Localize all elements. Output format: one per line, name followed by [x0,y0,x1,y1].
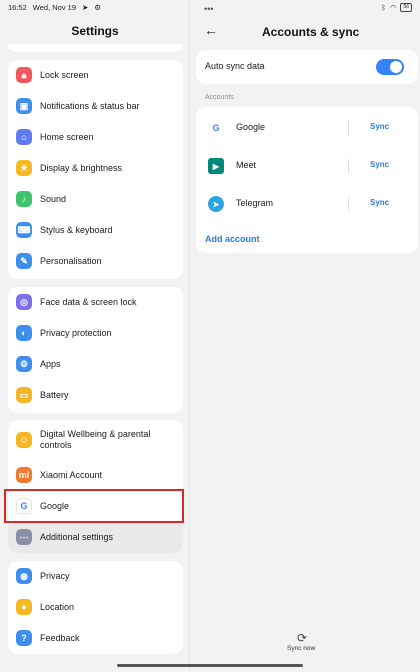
settings-item-label: Home screen [40,132,94,142]
auto-sync-toggle[interactable] [376,59,404,75]
settings-item-xiaomi-account[interactable]: mi Xiaomi Account [8,460,183,491]
auto-sync-row[interactable]: Auto sync data [196,50,418,84]
telegram-icon: ➤ [208,196,224,212]
more-icon: ⋯ [16,529,32,545]
settings-item-location[interactable]: ● Location [8,592,183,623]
settings-item-label: Personalisation [40,256,102,266]
google-icon: G [212,123,220,133]
keyboard-icon: ⌨ [16,222,32,238]
sync-button-google[interactable]: Sync [370,122,389,131]
settings-group-2: ◎ Face data & screen lock ◐ Privacy prot… [8,287,183,413]
meet-icon: ▶ [208,158,224,174]
sun-icon: ☀ [16,160,32,176]
gear-icon: ⚙ [16,356,32,372]
settings-item-home-screen[interactable]: ⌂ Home screen [8,122,183,153]
google-highlight-box [4,489,184,523]
more-dots-icon: ••• [204,4,214,14]
settings-item-label: Feedback [40,633,80,643]
privacy-icon: ◐ [16,325,32,341]
settings-group-4: ◉ Privacy ● Location ? Feedback [8,561,183,654]
sync-button-meet[interactable]: Sync [370,160,389,169]
settings-group-1: 🔒︎ Lock screen ▣ Notifications & status … [8,60,183,279]
settings-item-label: Location [40,602,75,612]
settings-item-label: Notifications & status bar [40,101,140,111]
account-row-meet[interactable]: ▶ Meet Sync [196,147,418,185]
divider [348,121,349,135]
settings-list-pane: Settings 🔒︎ Lock screen ▣ Notifications … [0,0,190,672]
settings-item-notifications[interactable]: ▣ Notifications & status bar [8,91,183,122]
settings-item-label: Face data & screen lock [40,297,137,307]
account-row-google[interactable]: G Google Sync [196,109,418,147]
settings-item-display[interactable]: ☀ Display & brightness [8,153,183,184]
settings-item-label: Display & brightness [40,163,123,173]
settings-item-label: Additional settings [40,532,114,542]
divider [348,197,349,211]
fingerprint-icon: ◎ [16,294,32,310]
settings-item-stylus-keyboard[interactable]: ⌨ Stylus & keyboard [8,215,183,246]
home-indicator[interactable] [117,664,303,667]
battery-icon: ▭ [16,387,32,403]
wellbeing-icon: ☺ [16,432,32,448]
auto-sync-label: Auto sync data [205,61,265,71]
settings-item-label: Privacy [40,571,70,581]
settings-item-label: Xiaomi Account [40,470,103,480]
account-name: Google [236,122,266,132]
sync-button-telegram[interactable]: Sync [370,198,389,207]
settings-item-personalisation[interactable]: ✎ Personalisation [8,246,183,277]
divider [348,159,349,173]
sync-icon[interactable]: ⟳ [297,631,307,645]
settings-item-digital-wellbeing[interactable]: ☺ Digital Wellbeing & parental controls [8,420,183,460]
location-icon: ● [16,599,32,615]
page-title: Settings [71,24,119,38]
settings-item-lock-screen[interactable]: 🔒︎ Lock screen [8,60,183,91]
settings-item-label: Privacy protection [40,328,112,338]
settings-item-privacy[interactable]: ◉ Privacy [8,561,183,592]
add-account-button[interactable]: Add account [205,234,260,244]
xiaomi-icon: mi [16,467,32,483]
settings-item-additional-settings[interactable]: ⋯ Additional settings [8,522,183,553]
settings-item-privacy-protection[interactable]: ◐ Privacy protection [8,318,183,349]
settings-item-label: Battery [40,390,69,400]
settings-item-label: Stylus & keyboard [40,225,113,235]
brush-icon: ✎ [16,253,32,269]
settings-item-battery[interactable]: ▭ Battery [8,380,183,411]
page-title: Accounts & sync [262,25,360,39]
accounts-card: G Google Sync ▶ Meet Sync ➤ Telegram Syn… [196,107,418,253]
back-arrow-icon[interactable]: ← [204,22,218,38]
settings-group-3: ☺ Digital Wellbeing & parental controls … [8,420,183,553]
account-name: Telegram [236,198,274,208]
eye-icon: ◉ [16,568,32,584]
settings-item-label: Lock screen [40,70,89,80]
feedback-icon: ? [16,630,32,646]
accounts-sync-pane: ••• ← Accounts & sync Auto sync data Acc… [190,0,420,672]
settings-item-apps[interactable]: ⚙ Apps [8,349,183,380]
notification-icon: ▣ [16,98,32,114]
settings-item-label: Digital Wellbeing & parental controls [40,429,151,450]
settings-item-label: Apps [40,359,61,369]
account-row-telegram[interactable]: ➤ Telegram Sync [196,185,418,223]
account-name: Meet [236,160,257,170]
settings-item-sound[interactable]: ♪ Sound [8,184,183,215]
settings-item-label: Sound [40,194,67,204]
speaker-icon: ♪ [16,191,32,207]
settings-item-feedback[interactable]: ? Feedback [8,623,183,654]
sync-now-button[interactable]: Sync now [287,645,315,652]
home-icon: ⌂ [16,129,32,145]
settings-item-face-data[interactable]: ◎ Face data & screen lock [8,287,183,318]
lock-icon: 🔒︎ [16,67,32,83]
group-top-edge [8,44,183,52]
accounts-section-label: Accounts [205,94,234,101]
